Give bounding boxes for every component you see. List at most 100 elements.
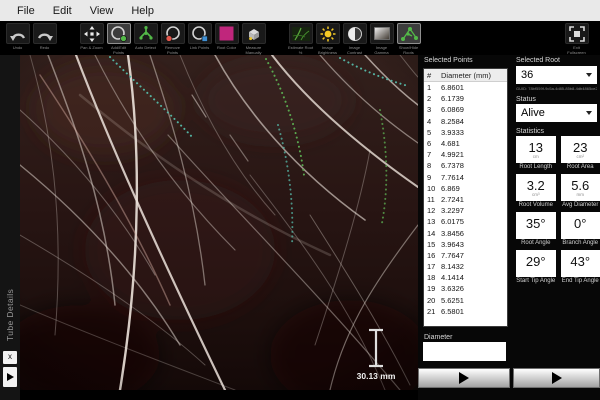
- tube-details-expand-button[interactable]: [3, 367, 17, 387]
- table-row[interactable]: 184.1414: [424, 272, 507, 283]
- play-icon: [7, 373, 14, 381]
- row-index: 18: [424, 273, 441, 282]
- tube-details-close-button[interactable]: x: [3, 351, 17, 364]
- table-row[interactable]: 167.7647: [424, 250, 507, 261]
- statistics-title: Statistics: [516, 128, 544, 135]
- chevron-down-icon: [586, 73, 592, 77]
- toolbar-auto-detect-button[interactable]: Auto Detect: [132, 23, 159, 50]
- selected-root-dropdown[interactable]: 36: [516, 66, 597, 84]
- menu-edit[interactable]: Edit: [44, 5, 81, 17]
- stat-value: 43°: [570, 255, 590, 268]
- root-angle-stat: 35° Root Angle: [516, 212, 556, 248]
- toolbar-exit-fullscreen-button[interactable]: Exit Fullscreen: [563, 23, 590, 55]
- root-image[interactable]: 30.13 mm: [20, 55, 418, 390]
- end-tip-angle-stat: 43° End Tip Angle: [561, 250, 600, 286]
- row-diameter: 6.0869: [441, 105, 507, 114]
- toolbar-estimate-root-button[interactable]: Estimate Root %: [287, 23, 314, 55]
- toolbar-button-label: Image Gamma: [369, 45, 395, 55]
- table-row[interactable]: 112.7241: [424, 194, 507, 205]
- menu-view[interactable]: View: [81, 5, 123, 17]
- table-row[interactable]: 123.2297: [424, 205, 507, 216]
- toolbar-button-label: Image Brightness: [315, 45, 341, 55]
- menu-file[interactable]: File: [8, 5, 44, 17]
- row-diameter: 3.6326: [441, 284, 507, 293]
- stat-label: End Tip Angle: [561, 277, 600, 286]
- table-row[interactable]: 193.6326: [424, 283, 507, 294]
- toolbar-button-label: Add/Edit Points: [106, 45, 132, 55]
- table-row[interactable]: 53.9333: [424, 127, 507, 138]
- toolbar-image-contrast-button[interactable]: Image Contrast: [341, 23, 368, 55]
- selected-root-panel: Selected Root 36 GUID: 78bf559f-9c5a-4d8…: [513, 55, 600, 400]
- image-brightness-icon: [316, 23, 340, 44]
- toolbar-measure-manually-button[interactable]: Measure Manually: [240, 23, 267, 55]
- row-diameter: 5.6251: [441, 296, 507, 305]
- selected-points-panel: Selected Points # Diameter (mm) 16.86012…: [418, 55, 513, 400]
- status-label: Status: [516, 96, 536, 103]
- table-row[interactable]: 36.0869: [424, 104, 507, 115]
- toolbar-image-gamma-button[interactable]: Image Gamma: [368, 23, 395, 55]
- stat-label: Root Length: [516, 163, 556, 172]
- row-index: 20: [424, 296, 441, 305]
- table-row[interactable]: 136.0175: [424, 216, 507, 227]
- toolbar-button-label: Link Points: [190, 45, 210, 50]
- table-row[interactable]: 153.9643: [424, 239, 507, 250]
- tube-details-title: Tube Details: [0, 280, 20, 350]
- selected-root-title: Selected Root: [516, 57, 560, 64]
- stat-label: Root Angle: [516, 239, 556, 248]
- toolbar-root-color-button[interactable]: Root Color: [213, 23, 240, 50]
- row-index: 15: [424, 240, 441, 249]
- row-index: 14: [424, 229, 441, 238]
- toolbar-redo-button[interactable]: Redo: [31, 23, 58, 50]
- stat-value-box: 5.6mm: [561, 174, 600, 201]
- scale-label: 30.13 mm: [357, 371, 396, 381]
- stat-label: Avg Diameter: [561, 201, 600, 210]
- row-diameter: 4.9921: [441, 150, 507, 159]
- table-row[interactable]: 48.2584: [424, 116, 507, 127]
- table-row[interactable]: 143.8456: [424, 227, 507, 238]
- diameter-input[interactable]: [423, 342, 506, 361]
- toolbar-remove-points-button[interactable]: Remove Points: [159, 23, 186, 55]
- row-diameter: 3.2297: [441, 206, 507, 215]
- stat-value-box: 35°: [516, 212, 556, 239]
- toolbar-link-points-button[interactable]: Link Points: [186, 23, 213, 50]
- row-index: 2: [424, 94, 441, 103]
- stat-label: Branch Angle: [561, 239, 600, 248]
- table-row[interactable]: 106.869: [424, 183, 507, 194]
- status-value: Alive: [521, 107, 545, 119]
- table-row[interactable]: 178.1432: [424, 261, 507, 272]
- row-index: 21: [424, 307, 441, 316]
- points-next-button[interactable]: [418, 368, 510, 388]
- toolbar-add-edit-points-button[interactable]: Add/Edit Points: [105, 23, 132, 55]
- menu-help[interactable]: Help: [122, 5, 163, 17]
- stat-value: 35°: [526, 217, 546, 230]
- toolbar-pan-zoom-button[interactable]: Pan & Zoom: [78, 23, 105, 50]
- toolbar-button-label: Remove Points: [160, 45, 186, 55]
- root-volume-stat: 3.2cm³Root Volume: [516, 174, 556, 210]
- table-row[interactable]: 16.8601: [424, 82, 507, 93]
- toolbar-button-label: Measure Manually: [241, 45, 267, 55]
- row-index: 5: [424, 128, 441, 137]
- toolbar-undo-button[interactable]: Undo: [4, 23, 31, 50]
- image-viewer[interactable]: 30.13 mm: [20, 55, 418, 390]
- table-row[interactable]: 64.681: [424, 138, 507, 149]
- root-guid: GUID: 78bf559f-9c5a-4d85-85b8-4db4865ce2…: [516, 86, 597, 91]
- toolbar-button-label: Undo: [13, 45, 23, 50]
- table-row[interactable]: 74.9921: [424, 149, 507, 160]
- row-index: 4: [424, 117, 441, 126]
- row-index: 10: [424, 184, 441, 193]
- table-row[interactable]: 97.7614: [424, 172, 507, 183]
- table-row[interactable]: 26.1739: [424, 93, 507, 104]
- chevron-down-icon: [586, 111, 592, 115]
- table-row[interactable]: 216.5801: [424, 306, 507, 317]
- row-index: 19: [424, 284, 441, 293]
- selected-points-title: Selected Points: [424, 57, 473, 64]
- selected-points-table[interactable]: # Diameter (mm) 16.860126.173936.086948.…: [423, 68, 508, 327]
- toolbar-show-hide-roots-button[interactable]: Show/Hide Roots: [395, 23, 422, 55]
- exit-fullscreen-icon: [565, 23, 589, 44]
- toolbar-image-brightness-button[interactable]: Image Brightness: [314, 23, 341, 55]
- status-dropdown[interactable]: Alive: [516, 104, 597, 122]
- row-diameter: 3.8456: [441, 229, 507, 238]
- root-next-button[interactable]: [513, 368, 600, 388]
- table-row[interactable]: 86.7378: [424, 160, 507, 171]
- table-row[interactable]: 205.6251: [424, 295, 507, 306]
